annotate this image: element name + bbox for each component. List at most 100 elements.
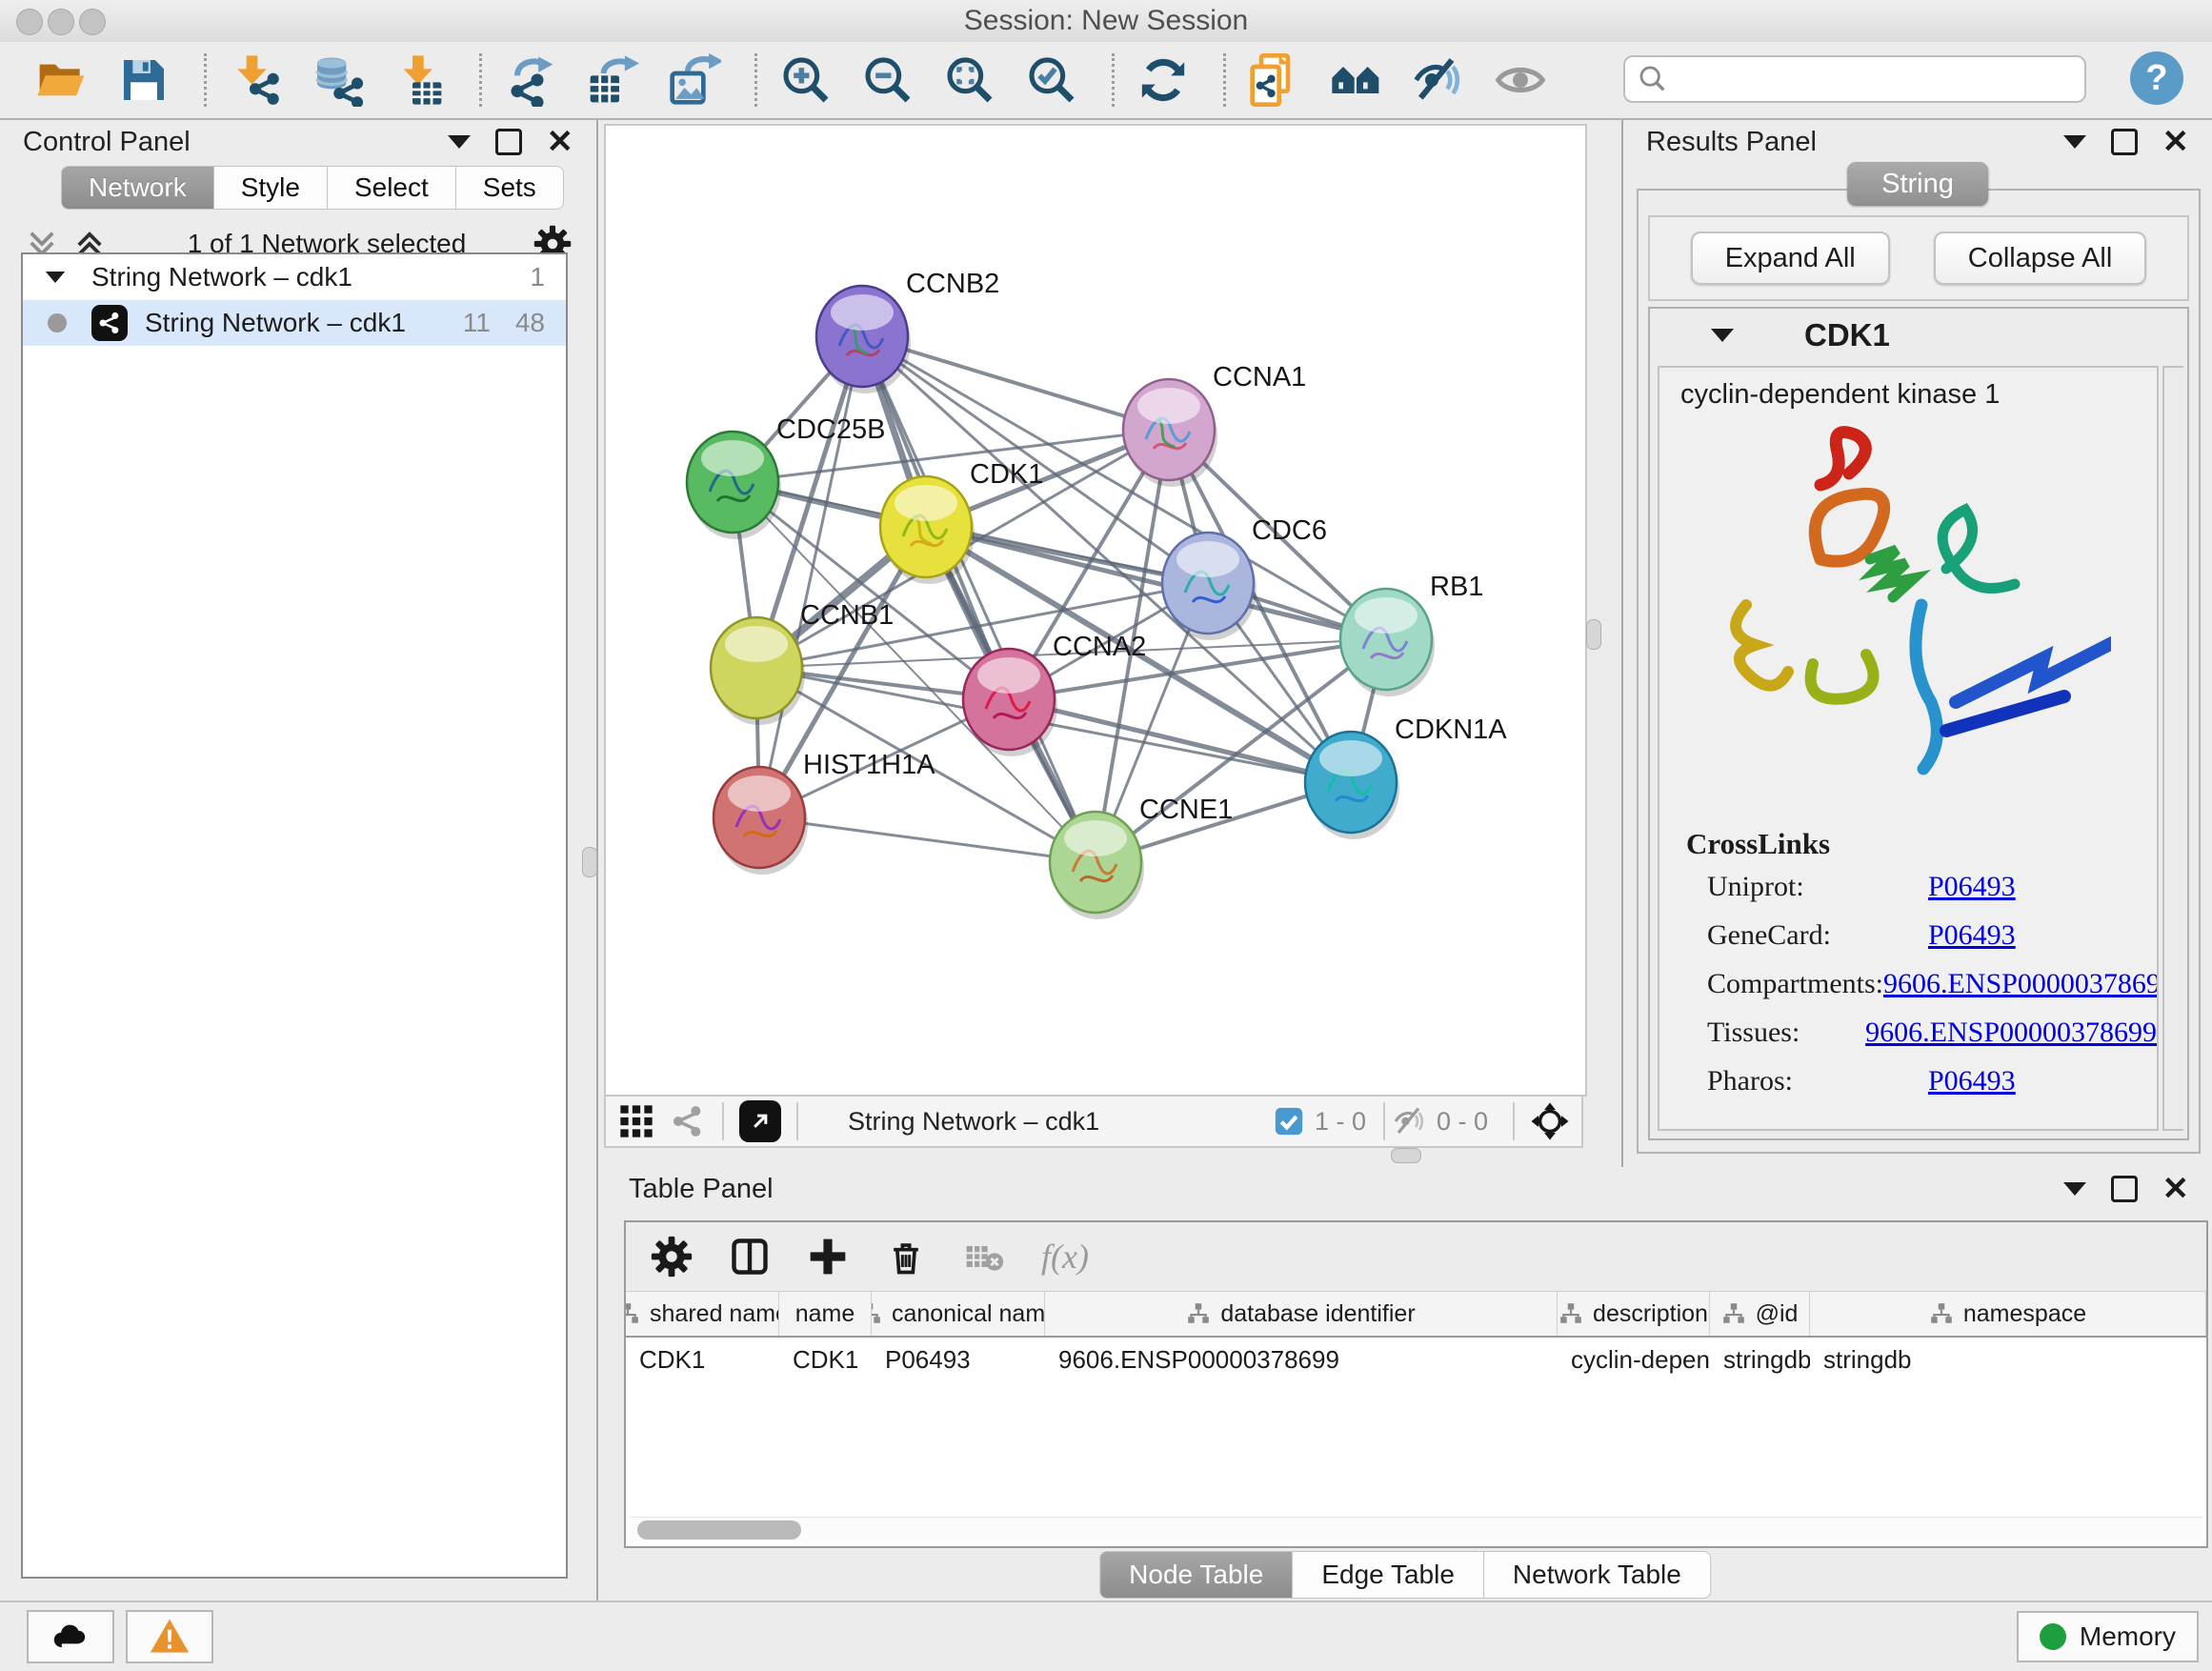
hide-unhide-icon[interactable] (1411, 52, 1466, 108)
zoom-selected-icon[interactable] (1024, 52, 1079, 108)
crosslink-link[interactable]: 9606.ENSP00000378699 (1883, 968, 2159, 1000)
panel-menu-icon[interactable] (2063, 1182, 2086, 1196)
crosslink-link[interactable]: P06493 (1928, 871, 2016, 903)
houses-icon[interactable] (1329, 52, 1384, 108)
table-gear-icon[interactable] (651, 1236, 693, 1278)
tab-edge-table[interactable]: Edge Table (1292, 1551, 1484, 1599)
cell-database-identifier[interactable]: 9606.ENSP00000378699 (1045, 1338, 1558, 1381)
share-view-icon[interactable] (669, 1102, 707, 1140)
cell-description[interactable]: cyclin-dependent ... (1558, 1338, 1710, 1381)
birdseye-icon[interactable] (1530, 1101, 1570, 1141)
network-collection-row[interactable]: String Network – cdk1 1 (23, 254, 566, 300)
splitter-handle[interactable] (1391, 1148, 1421, 1163)
network-node-CDKN1A[interactable]: CDKN1A (1305, 715, 1507, 839)
network-node-CCNB2[interactable]: CCNB2 (816, 269, 999, 393)
refresh-icon[interactable] (1136, 52, 1191, 108)
crosslink-link[interactable]: 9606.ENSP00000378699 (1865, 1017, 2157, 1049)
table-row[interactable]: CDK1 CDK1 P06493 9606.ENSP00000378699 cy… (626, 1338, 2206, 1381)
close-panel-icon[interactable]: ✕ (2162, 1173, 2190, 1205)
network-row[interactable]: String Network – cdk1 11 48 (23, 300, 566, 346)
panel-menu-icon[interactable] (448, 135, 471, 149)
cell-canonical-name[interactable]: P06493 (872, 1338, 1045, 1381)
column-header[interactable]: description (1558, 1292, 1710, 1336)
tab-sets[interactable]: Sets (455, 166, 564, 210)
collapse-all-button[interactable]: Collapse All (1934, 232, 2147, 285)
hidden-eye-slash-icon[interactable] (1393, 1104, 1427, 1138)
column-header[interactable]: namespace (1810, 1292, 2206, 1336)
float-panel-icon[interactable] (2111, 129, 2138, 155)
open-session-icon[interactable] (34, 52, 90, 108)
network-node-label: CDK1 (970, 459, 1043, 490)
selected-checkbox-icon[interactable] (1273, 1105, 1305, 1137)
tab-node-table[interactable]: Node Table (1099, 1551, 1293, 1599)
crosslinks-title: CrossLinks (1686, 827, 2157, 861)
hidden-count: 0 - 0 (1437, 1107, 1488, 1137)
selected-count: 1 - 0 (1315, 1107, 1366, 1137)
help-icon[interactable]: ? (2130, 51, 2183, 105)
import-table-icon[interactable] (392, 52, 447, 108)
add-column-icon[interactable] (807, 1236, 849, 1278)
string-network-graph[interactable]: CCNB2CCNA1CDC25BCDK1CDC6RB1CCNB1CCNA2CDK… (606, 126, 1585, 1095)
tab-network-table[interactable]: Network Table (1483, 1551, 1711, 1599)
network-node-HIST1H1A[interactable]: HIST1H1A (714, 750, 935, 875)
network-node-CCNA1[interactable]: CCNA1 (1123, 362, 1306, 487)
close-panel-icon[interactable]: ✕ (2162, 126, 2190, 158)
column-header[interactable]: database identifier (1045, 1292, 1558, 1336)
scrollbar-thumb[interactable] (637, 1520, 801, 1540)
vertical-scrollbar[interactable] (2162, 366, 2183, 1131)
float-panel-icon[interactable] (2111, 1176, 2138, 1202)
splitter-handle[interactable] (1586, 619, 1601, 650)
column-header[interactable]: name (779, 1292, 872, 1336)
function-builder-icon[interactable]: f(x) (1041, 1237, 1089, 1277)
splitter-handle[interactable] (582, 847, 597, 877)
tab-string[interactable]: String (1847, 162, 1988, 206)
zoom-in-icon[interactable] (778, 52, 834, 108)
column-header[interactable]: @id (1710, 1292, 1810, 1336)
crosslink-link[interactable]: P06493 (1928, 1065, 2016, 1097)
network-canvas[interactable]: CCNB2CCNA1CDC25BCDK1CDC6RB1CCNB1CCNA2CDK… (604, 124, 1587, 1097)
cell-shared-name[interactable]: CDK1 (626, 1338, 779, 1381)
cell-id[interactable]: stringdb:9... (1710, 1338, 1810, 1381)
search-input[interactable] (1669, 59, 2084, 99)
network-node-CCNE1[interactable]: CCNE1 (1050, 795, 1233, 919)
import-network-from-database-icon[interactable] (310, 52, 365, 108)
tab-network[interactable]: Network (61, 166, 214, 210)
column-header[interactable]: canonical name (872, 1292, 1045, 1336)
network-node-label: CCNA1 (1213, 362, 1306, 393)
expand-all-button[interactable]: Expand All (1691, 232, 1890, 285)
tab-select[interactable]: Select (327, 166, 456, 210)
panel-menu-icon[interactable] (2063, 135, 2086, 149)
tab-style[interactable]: Style (213, 166, 328, 210)
network-node-CDC6[interactable]: CDC6 (1162, 515, 1327, 640)
delete-table-icon[interactable] (963, 1236, 1005, 1278)
eye-icon[interactable] (1493, 52, 1548, 108)
export-network-icon[interactable] (503, 52, 558, 108)
network-node-RB1[interactable]: RB1 (1340, 572, 1483, 696)
import-network-from-file-icon[interactable] (228, 52, 283, 108)
close-panel-icon[interactable]: ✕ (547, 126, 574, 158)
zoom-fit-icon[interactable] (942, 52, 997, 108)
collapse-section-icon[interactable] (1711, 329, 1734, 342)
table-toolbar: f(x) (626, 1222, 2206, 1292)
crosslink-link[interactable]: P06493 (1928, 919, 2016, 952)
cloud-button[interactable] (27, 1610, 114, 1663)
delete-column-icon[interactable] (885, 1236, 927, 1278)
duplicate-network-icon[interactable] (1247, 52, 1302, 108)
show-columns-icon[interactable] (729, 1236, 771, 1278)
cell-namespace[interactable]: stringdb (1810, 1338, 2206, 1381)
zoom-out-icon[interactable] (860, 52, 915, 108)
network-node-CDK1[interactable]: CDK1 (880, 459, 1043, 584)
grid-view-icon[interactable] (617, 1102, 655, 1140)
column-header[interactable]: shared name (626, 1292, 779, 1336)
export-table-icon[interactable] (585, 52, 640, 108)
collapse-icon[interactable] (46, 272, 65, 283)
save-session-icon[interactable] (116, 52, 171, 108)
export-image-icon[interactable] (667, 52, 722, 108)
float-panel-icon[interactable] (495, 129, 522, 155)
cell-name[interactable]: CDK1 (779, 1338, 872, 1381)
open-in-new-window-icon[interactable] (739, 1100, 781, 1142)
toolbar-divider (754, 53, 757, 107)
horizontal-scrollbar[interactable] (630, 1517, 2202, 1542)
warning-button[interactable] (126, 1610, 213, 1663)
memory-button[interactable]: Memory (2017, 1611, 2199, 1662)
